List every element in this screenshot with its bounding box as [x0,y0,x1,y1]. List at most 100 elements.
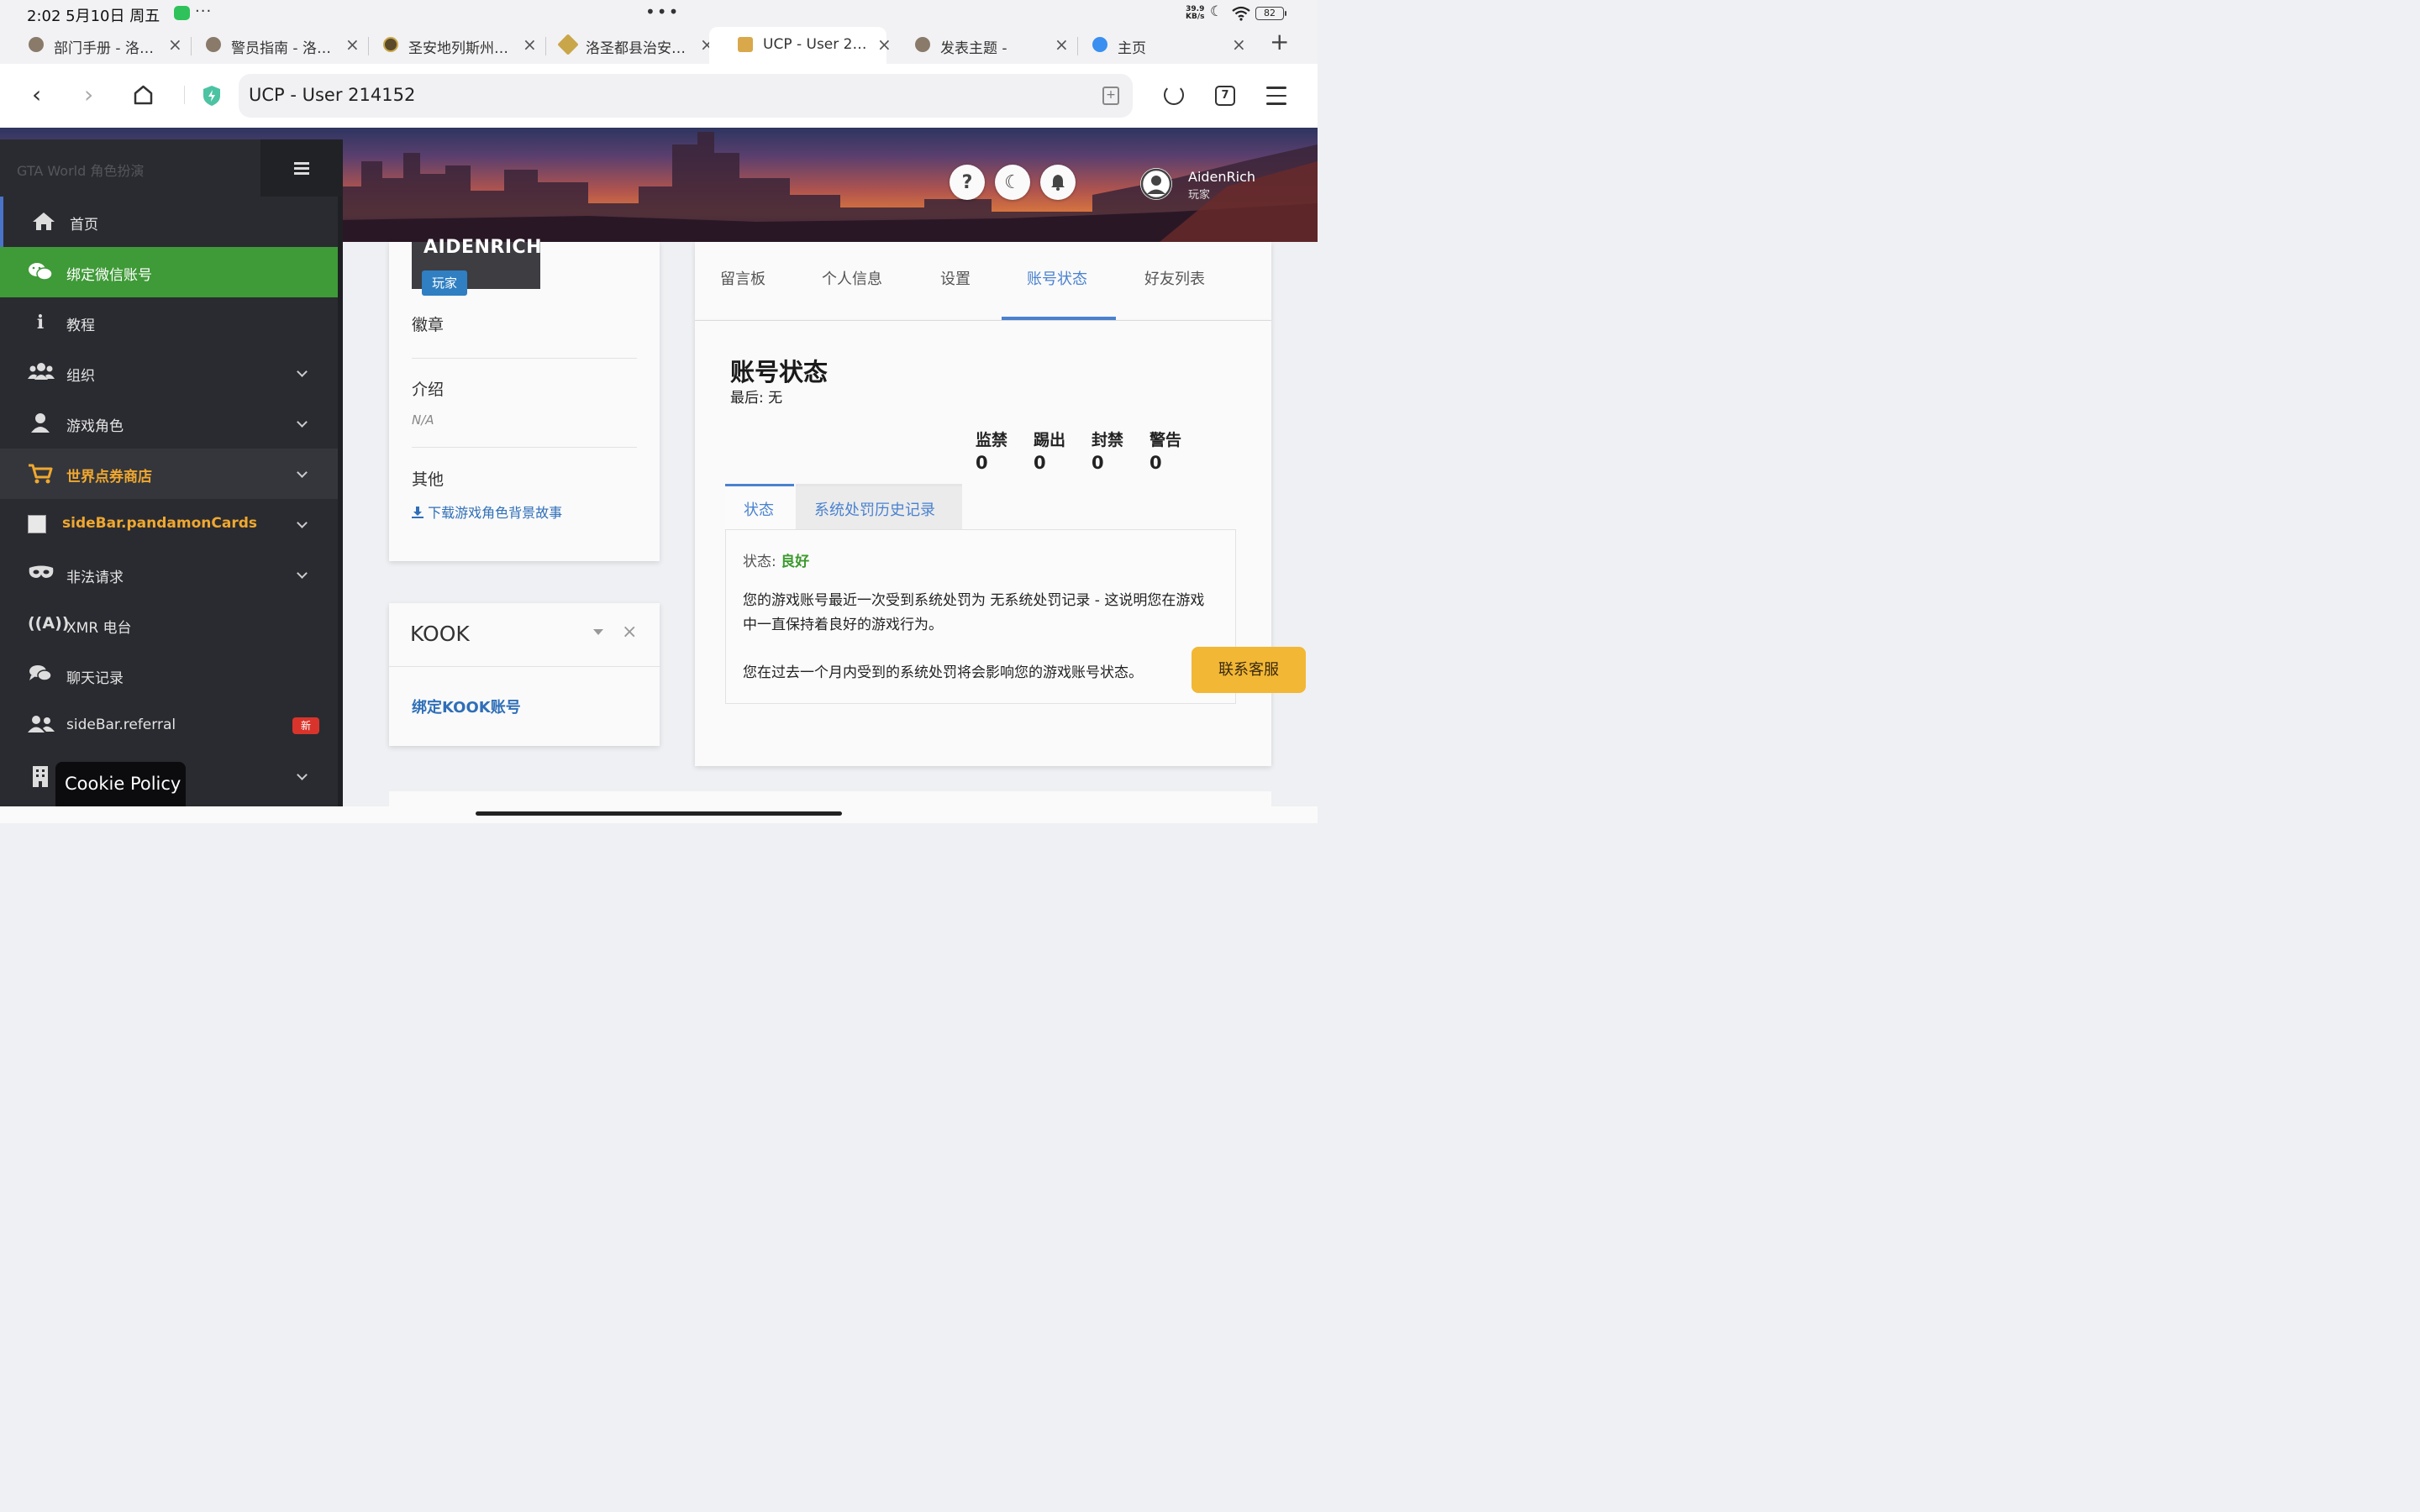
profile-name: AIDENRICH [424,237,543,258]
tab-san-andreas[interactable]: 圣安地列斯州… × [355,27,537,64]
tab-settings[interactable]: 设置 [940,267,971,289]
home-indicator[interactable] [476,811,842,816]
system-status-bar: 2:02 5月10日 周五 ··· ••• 39.9 KB/s ☾ 82 [0,0,1318,27]
address-bar[interactable]: UCP - User 214152 + [239,74,1133,118]
kook-card: KOOK × 绑定KOOK账号 [389,603,660,746]
download-icon [412,507,424,518]
chevron-down-icon [297,517,308,528]
last-penalty: 最后: 无 [730,390,783,407]
wechat-icon [28,261,53,283]
tab-friends-list[interactable]: 好友列表 [1144,267,1205,289]
shopping-cart-icon [28,463,53,485]
comments-icon [28,664,53,686]
contact-support-button[interactable]: 联系客服 [1192,647,1306,693]
status-description: 您的游戏账号最近一次受到系统处罚为 无系统处罚记录 - 这说明您在游戏中一直保持… [743,592,1205,633]
tab-new-topic[interactable]: 发表主题 - × [886,27,1069,64]
stat-jail: 监禁 0 [976,431,1008,473]
skull-favicon-icon [206,37,221,52]
home-icon [31,211,56,233]
reload-icon[interactable] [1164,85,1184,105]
more-notifications-icon: ··· [195,3,213,20]
close-icon[interactable]: × [622,622,637,643]
tab-sheriff[interactable]: 洛圣都县治安… × [532,27,714,64]
bind-kook-link[interactable]: 绑定KOOK账号 [412,696,521,717]
chevron-down-icon [297,568,308,579]
sidebar-item-referral[interactable]: sideBar.referral 新 [0,701,338,751]
sidebar-item-bind-wechat[interactable]: 绑定微信账号 [0,247,338,297]
wifi-icon [1232,6,1250,21]
sidebar-item-world-shop[interactable]: 世界点券商店 [0,449,338,499]
skull-favicon-icon [915,37,930,52]
sidebar-item-xmr-radio[interactable]: ((A)) XMR 电台 [0,600,338,650]
sidebar-scrollbar[interactable] [338,197,343,806]
tab-officer-guide[interactable]: 警员指南 - 洛… × [177,27,360,64]
status-good: 良好 [781,554,810,570]
sidebar-item-illegal-requests[interactable]: 非法请求 [0,549,338,600]
truck-favicon-icon [738,37,753,52]
sidebar-item-home[interactable]: 首页 [0,197,338,247]
header-username[interactable]: AidenRich [1188,169,1255,185]
tab-ucp-user[interactable]: UCP - User 2… × [709,27,892,64]
stat-kick: 踢出 0 [1034,431,1066,473]
add-bookmark-icon[interactable]: + [1102,87,1119,105]
sidebar-item-pandamon-cards[interactable]: sideBar.pandamonCards [0,499,338,549]
moon-icon: ☾ [1004,171,1021,193]
avatar[interactable] [1140,168,1172,200]
kook-card-header: KOOK × [389,603,660,667]
notifications-button[interactable] [1040,165,1076,200]
seal-favicon-icon [383,37,398,52]
sidebar-item-characters[interactable]: 游戏角色 [0,398,338,449]
badges-heading: 徽章 [412,316,445,334]
browser-menu-icon[interactable] [1266,87,1286,111]
account-status-card: 账号状态 最后: 无 监禁 0 踢出 0 封禁 0 警告 0 状态 系统处罚历史… [695,321,1271,766]
new-tab-button[interactable]: + [1270,30,1289,54]
url-text[interactable]: UCP - User 214152 [249,85,415,105]
help-button[interactable]: ? [950,165,985,200]
multitask-dots-icon[interactable]: ••• [645,2,680,22]
tab-personal-info[interactable]: 个人信息 [822,267,882,289]
browser-tab-strip: 部门手册 - 洛… × 警员指南 - 洛… × 圣安地列斯州… × 洛圣都县治安… [0,27,1318,64]
wechat-notification-icon [174,6,190,20]
tab-home[interactable]: 主页 × [1064,27,1246,64]
sidebar-item-chat-logs[interactable]: 聊天记录 [0,650,338,701]
radio-antenna-icon: ((A)) [28,614,70,633]
forward-button[interactable]: › [84,82,93,108]
sidebar-item-organizations[interactable]: 组织 [0,348,338,398]
info-icon: i [36,312,45,333]
tab-count-button[interactable]: 7 [1215,86,1235,106]
sidebar-brand[interactable]: GTA World 角色扮演 [0,139,260,197]
collapse-caret-icon[interactable] [593,629,603,635]
profile-role-badge: 玩家 [422,270,468,296]
users-icon [28,362,55,384]
intro-value: N/A [412,412,434,428]
home-icon[interactable] [133,84,154,106]
tab-account-status[interactable]: 账号状态 [1027,267,1087,289]
profile-tabs: 留言板 个人信息 设置 账号状态 好友列表 [695,242,1271,321]
battery-icon: 82 [1255,7,1286,20]
sidebar-item-tutorial[interactable]: i 教程 [0,297,338,348]
shield-icon[interactable] [202,85,222,107]
bell-icon [1051,175,1065,191]
next-card [389,791,1271,806]
subtab-penalty-history[interactable]: 系统处罚历史记录 [796,484,962,529]
help-icon: ? [961,171,973,193]
intro-heading: 介绍 [412,381,445,399]
tab-message-board[interactable]: 留言板 [720,267,765,289]
cookie-policy-button[interactable]: Cookie Policy [55,762,186,811]
account-status-title: 账号状态 [730,358,829,386]
user-icon [28,412,53,434]
profile-card: AIDENRICH 玩家 徽章 介绍 N/A 其他 下载游戏角色背景故事 [389,237,660,561]
profile-name-plate: AIDENRICH 玩家 [412,237,542,296]
sidebar-toggle-button[interactable] [260,139,343,197]
close-tab-icon[interactable]: × [1232,34,1246,55]
mask-icon [28,564,54,585]
header-user-role: 玩家 [1188,189,1211,202]
subtab-status[interactable]: 状态 [725,484,794,529]
sidebar: GTA World 角色扮演 首页 绑定微信账号 i 教程 组织 游戏角色 世界… [0,139,343,806]
building-icon [28,765,53,787]
chevron-down-icon [297,467,308,478]
download-backstory-link[interactable]: 下载游戏角色背景故事 [412,501,562,522]
tab-department-manual[interactable]: 部门手册 - 洛… × [0,27,182,64]
dark-mode-button[interactable]: ☾ [995,165,1030,200]
back-button[interactable]: ‹ [32,82,41,108]
